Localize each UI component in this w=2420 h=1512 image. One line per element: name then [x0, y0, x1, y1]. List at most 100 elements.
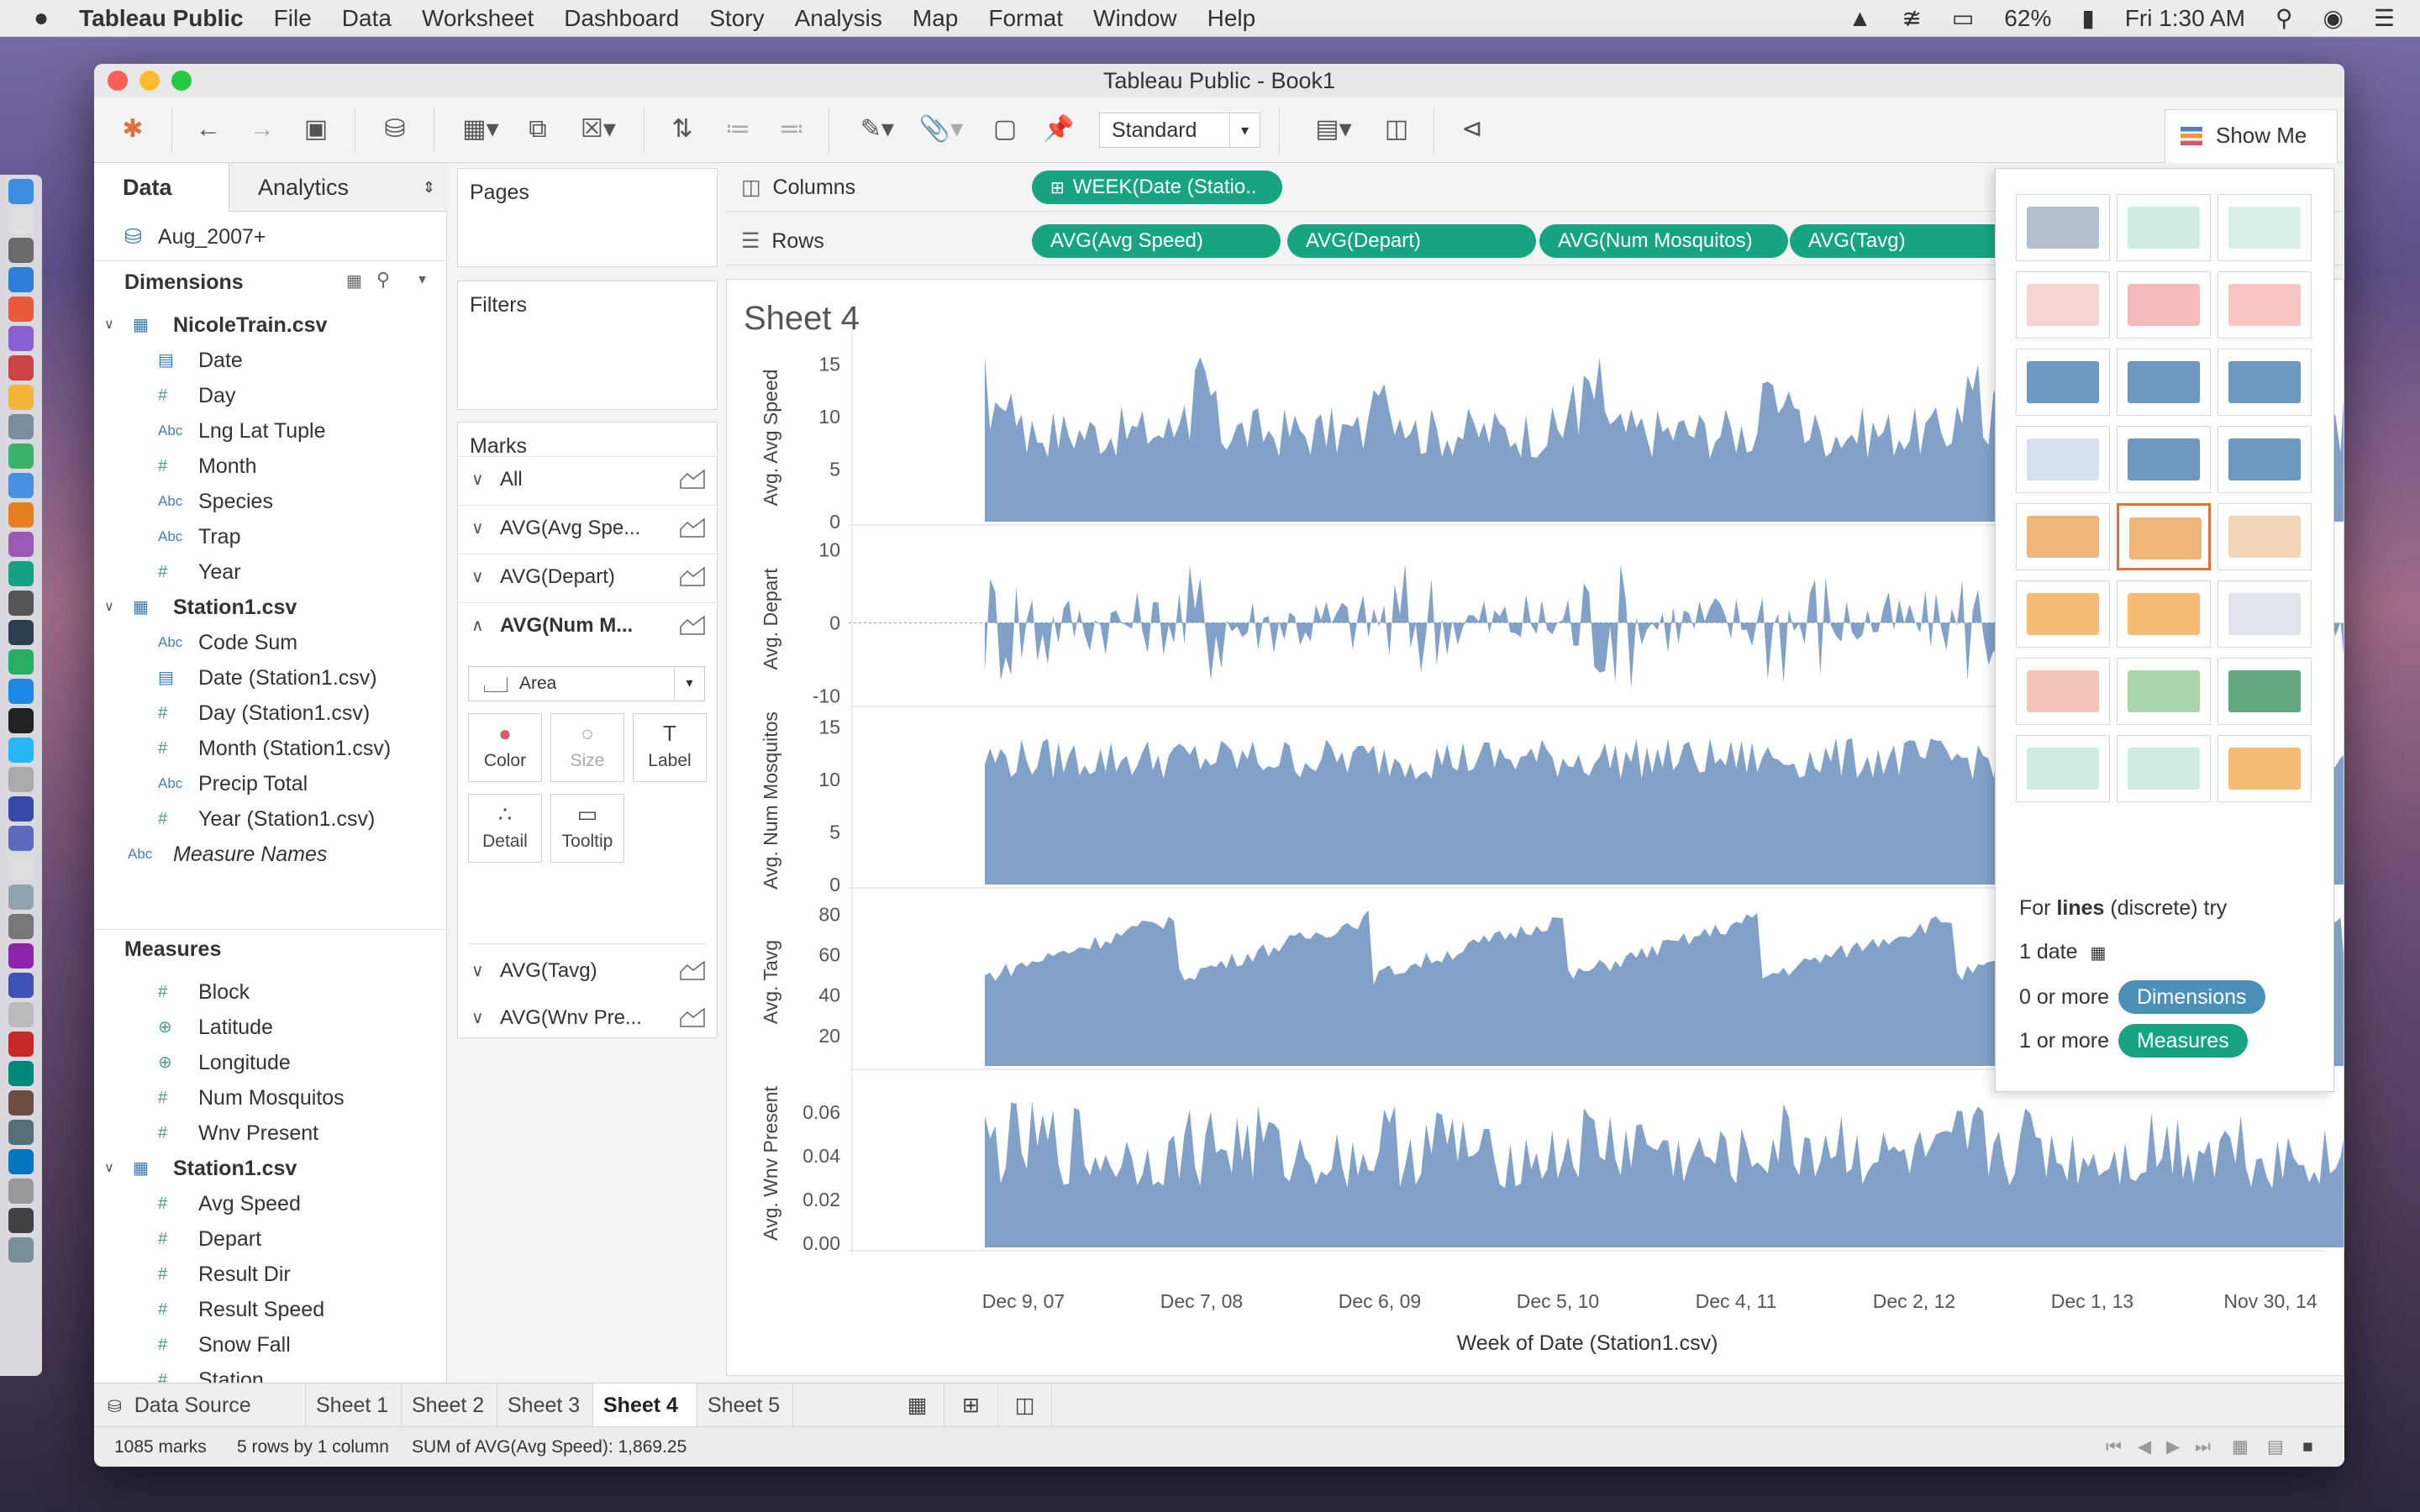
dock-app-icon[interactable]	[8, 1149, 34, 1174]
table-item[interactable]: ∨ ▦ NicoleTrain.csv	[94, 307, 447, 343]
dock-app-icon[interactable]	[8, 679, 34, 704]
app-menu[interactable]: Tableau Public	[64, 5, 259, 32]
menu-dashboard[interactable]: Dashboard	[549, 5, 694, 32]
close-window-button[interactable]	[108, 71, 128, 91]
dock-app-icon[interactable]	[8, 738, 34, 763]
show-me-chart-option[interactable]	[2117, 735, 2211, 802]
field-item[interactable]: ▤ Date	[94, 343, 447, 378]
show-me-chart-option[interactable]	[2117, 194, 2211, 261]
dock-app-icon[interactable]	[8, 355, 34, 381]
notification-center-icon[interactable]: ☰	[2359, 4, 2420, 32]
dock-app-icon[interactable]	[8, 796, 34, 822]
show-me-chart-option[interactable]	[2217, 426, 2312, 493]
search-icon[interactable]: ⚲	[376, 269, 390, 291]
menu-story[interactable]: Story	[694, 5, 779, 32]
show-me-chart-option[interactable]	[2117, 426, 2211, 493]
tabs-view-icon[interactable]: ■	[2302, 1427, 2313, 1467]
menu-worksheet[interactable]: Worksheet	[407, 5, 549, 32]
menu-file[interactable]: File	[259, 5, 327, 32]
dock-app-icon[interactable]	[8, 1179, 34, 1204]
tab-data-source[interactable]: ⛁ Data Source	[94, 1383, 306, 1427]
table-item[interactable]: ∨ ▦ Station1.csv	[94, 1151, 447, 1186]
show-me-chart-option[interactable]	[2117, 349, 2211, 416]
menu-analysis[interactable]: Analysis	[780, 5, 897, 32]
swap-rows-columns-icon[interactable]: ⇅	[666, 113, 699, 146]
show-me-chart-option[interactable]	[2117, 503, 2211, 570]
duplicate-sheet-icon[interactable]: ⧉	[521, 113, 555, 146]
marks-size-button[interactable]: ○ Size	[550, 713, 624, 782]
grid-view-icon[interactable]: ▦	[2232, 1427, 2249, 1467]
nav-last-icon[interactable]: ⏭	[2195, 1427, 2211, 1467]
dock-app-icon[interactable]	[8, 532, 34, 557]
new-dashboard-tab-icon[interactable]: ⊞	[944, 1383, 998, 1427]
field-item[interactable]: Abc Lng Lat Tuple	[94, 413, 447, 449]
dock-app-icon[interactable]	[8, 943, 34, 969]
dock-app-icon[interactable]	[8, 708, 34, 733]
dock-app-icon[interactable]	[8, 473, 34, 498]
fix-axes-icon[interactable]: 📌	[1042, 113, 1076, 146]
dock-app-icon[interactable]	[8, 444, 34, 469]
field-item[interactable]: ⊕ Latitude	[94, 1010, 447, 1045]
field-item[interactable]: Abc Code Sum	[94, 625, 447, 660]
airplay-icon[interactable]: ▭	[1937, 4, 1989, 32]
dock-app-icon[interactable]	[8, 1061, 34, 1086]
mark-type-select[interactable]: Area ▾	[468, 666, 705, 701]
show-me-chart-option[interactable]	[2117, 658, 2211, 725]
show-me-chart-option[interactable]	[2217, 580, 2312, 648]
show-me-button[interactable]: Show Me	[2165, 109, 2338, 163]
field-item[interactable]: Abc Species	[94, 484, 447, 519]
dock-app-icon[interactable]	[8, 179, 34, 204]
highlight-icon[interactable]: ✎▾	[852, 113, 902, 146]
zoom-window-button[interactable]	[171, 71, 192, 91]
show-labels-icon[interactable]: ▢	[988, 113, 1022, 146]
new-story-tab-icon[interactable]: ◫	[998, 1383, 1052, 1427]
show-me-chart-option[interactable]	[2016, 271, 2110, 339]
field-item[interactable]: Abc Precip Total	[94, 766, 447, 801]
dock-app-icon[interactable]	[8, 620, 34, 645]
dock-app-icon[interactable]	[8, 1120, 34, 1145]
menu-map[interactable]: Map	[897, 5, 973, 32]
dock-app-icon[interactable]	[8, 855, 34, 880]
dock-app-icon[interactable]	[8, 561, 34, 586]
dock-app-icon[interactable]	[8, 649, 34, 675]
new-worksheet-tab-icon[interactable]: ▦	[891, 1383, 944, 1427]
show-me-chart-option[interactable]	[2117, 580, 2211, 648]
tab-data[interactable]: Data	[94, 163, 229, 212]
field-item[interactable]: # Depart	[94, 1221, 447, 1257]
dock-app-icon[interactable]	[8, 826, 34, 851]
battery-percent[interactable]: 62%	[1989, 5, 2066, 32]
cards-visibility-icon[interactable]: ▤▾	[1304, 113, 1363, 146]
marks-detail-button[interactable]: ∴ Detail	[468, 794, 542, 863]
sheet-tab[interactable]: Sheet 5	[697, 1383, 793, 1427]
dock-app-icon[interactable]	[8, 1032, 34, 1057]
apple-icon[interactable]: ●	[0, 4, 64, 33]
filmstrip-view-icon[interactable]: ▤	[2267, 1427, 2284, 1467]
sheet-tab[interactable]: Sheet 2	[402, 1383, 497, 1427]
field-item[interactable]: # Result Dir	[94, 1257, 447, 1292]
dock-app-icon[interactable]	[8, 238, 34, 263]
dock-app-icon[interactable]	[8, 591, 34, 616]
field-item[interactable]: # Avg Speed	[94, 1186, 447, 1221]
sheet-tab[interactable]: Sheet 4	[593, 1383, 697, 1427]
collapse-chevron-icon[interactable]: ∨	[104, 307, 114, 343]
dock-app-icon[interactable]	[8, 1090, 34, 1116]
new-datasource-icon[interactable]: ⛁	[378, 113, 412, 146]
clear-sheet-icon[interactable]: ☒▾	[573, 113, 623, 146]
table-item[interactable]: ∨ ▦ Station1.csv	[94, 590, 447, 625]
dock-app-icon[interactable]	[8, 326, 34, 351]
row-pill[interactable]: AVG(Depart)	[1287, 224, 1536, 258]
dock-app-icon[interactable]	[8, 385, 34, 410]
field-item[interactable]: # Year (Station1.csv)	[94, 801, 447, 837]
tableau-logo-icon[interactable]: ✱	[116, 113, 150, 146]
dock-app-icon[interactable]	[8, 267, 34, 292]
redo-icon[interactable]: →	[245, 113, 279, 146]
view-toggle-icon[interactable]: ▦	[346, 270, 362, 291]
tab-analytics[interactable]: Analytics ⇕	[229, 163, 447, 212]
field-item[interactable]: # Wnv Present	[94, 1116, 447, 1151]
marks-row[interactable]: ∨ AVG(Wnv Pre...	[458, 995, 717, 1041]
field-item[interactable]: # Month	[94, 449, 447, 484]
marks-label-button[interactable]: T Label	[633, 713, 707, 782]
show-me-chart-option[interactable]	[2016, 426, 2110, 493]
nav-next-icon[interactable]: ▶	[2166, 1427, 2180, 1467]
presentation-mode-icon[interactable]: ◫	[1380, 113, 1413, 146]
